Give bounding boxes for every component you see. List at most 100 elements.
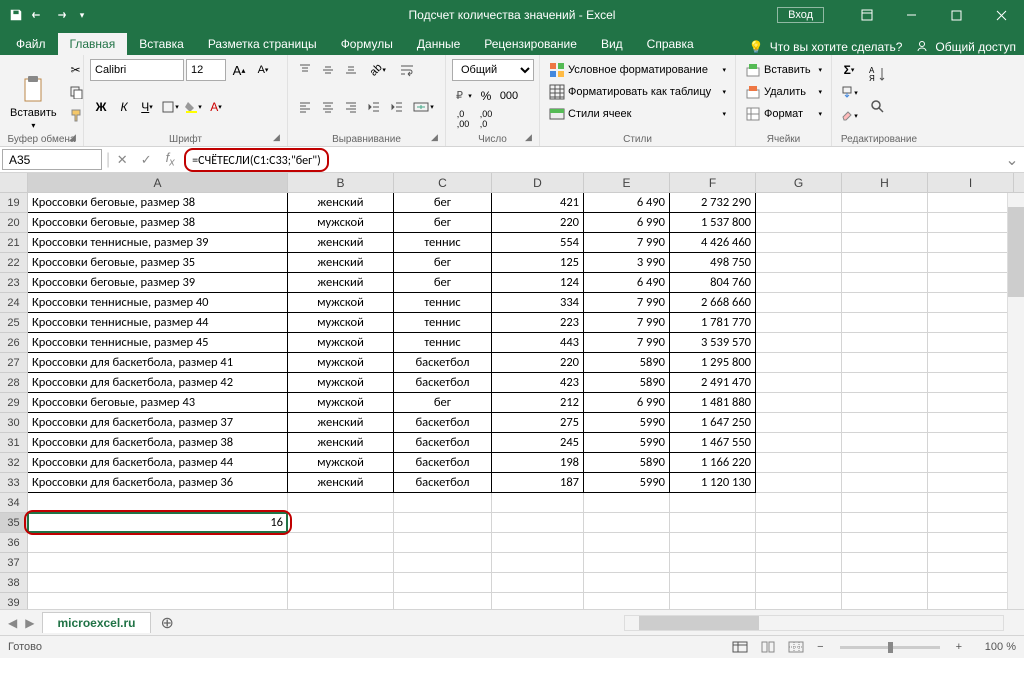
format-as-table-button[interactable]: Форматировать как таблицу▾ (546, 81, 729, 103)
cell[interactable] (756, 353, 842, 373)
align-bottom-button[interactable] (340, 59, 362, 81)
cell[interactable] (288, 533, 394, 553)
row-header[interactable]: 33 (0, 473, 28, 493)
align-left-button[interactable] (294, 96, 316, 118)
cell[interactable]: 198 (492, 453, 584, 473)
cell[interactable] (756, 273, 842, 293)
enter-formula-button[interactable]: ✓ (134, 149, 158, 170)
col-header[interactable]: D (492, 173, 584, 192)
cell[interactable]: 5890 (584, 453, 670, 473)
cell[interactable] (842, 493, 928, 513)
cell[interactable]: баскетбол (394, 373, 492, 393)
undo-icon[interactable] (28, 5, 48, 25)
cell[interactable]: 124 (492, 273, 584, 293)
cell[interactable] (842, 593, 928, 609)
format-cells-button[interactable]: Формат▾ (742, 103, 825, 125)
cell[interactable]: 5990 (584, 433, 670, 453)
col-header[interactable]: G (756, 173, 842, 192)
row-header[interactable]: 37 (0, 553, 28, 573)
cell[interactable] (928, 373, 1014, 393)
cell[interactable] (928, 473, 1014, 493)
cell[interactable]: Кроссовки для баскетбола, размер 36 (28, 473, 288, 493)
insert-function-button[interactable]: fx (158, 149, 182, 170)
cell[interactable]: теннис (394, 233, 492, 253)
cell[interactable]: бег (394, 273, 492, 293)
qat-customize-icon[interactable]: ▾ (72, 5, 92, 25)
horizontal-scrollbar[interactable] (624, 615, 1004, 631)
cell[interactable]: 6 990 (584, 393, 670, 413)
cell[interactable] (670, 533, 756, 553)
cell[interactable] (842, 353, 928, 373)
cell[interactable]: 1 120 130 (670, 473, 756, 493)
cell[interactable] (670, 513, 756, 533)
cell[interactable]: бег (394, 393, 492, 413)
cell[interactable]: 3 990 (584, 253, 670, 273)
row-header[interactable]: 24 (0, 293, 28, 313)
cell[interactable] (928, 353, 1014, 373)
cell[interactable]: 334 (492, 293, 584, 313)
tab-formulas[interactable]: Формулы (329, 33, 405, 55)
cell[interactable] (394, 513, 492, 533)
tab-review[interactable]: Рецензирование (472, 33, 589, 55)
cell[interactable] (842, 373, 928, 393)
border-button[interactable]: ▾ (159, 96, 181, 118)
cell[interactable] (842, 513, 928, 533)
cell[interactable]: Кроссовки беговые, размер 39 (28, 273, 288, 293)
row-header[interactable]: 38 (0, 573, 28, 593)
maximize-button[interactable] (934, 0, 979, 30)
row-header[interactable]: 19 (0, 193, 28, 213)
cell[interactable]: мужской (288, 373, 394, 393)
cell[interactable] (394, 533, 492, 553)
minimize-button[interactable] (889, 0, 934, 30)
cell[interactable]: 3 539 570 (670, 333, 756, 353)
tab-data[interactable]: Данные (405, 33, 472, 55)
scrollbar-thumb[interactable] (639, 616, 759, 630)
signin-button[interactable]: Вход (777, 7, 824, 23)
autosum-button[interactable]: Σ▾ (838, 59, 860, 81)
tab-file[interactable]: Файл (4, 33, 58, 55)
paste-button[interactable]: Вставить ▾ (6, 57, 61, 146)
row-header[interactable]: 32 (0, 453, 28, 473)
save-icon[interactable] (6, 5, 26, 25)
cell[interactable]: 2 668 660 (670, 293, 756, 313)
cell[interactable] (928, 533, 1014, 553)
cell[interactable]: теннис (394, 293, 492, 313)
cell[interactable]: 1 647 250 (670, 413, 756, 433)
cell[interactable] (492, 573, 584, 593)
cell[interactable]: 1 481 880 (670, 393, 756, 413)
cell[interactable] (670, 553, 756, 573)
zoom-slider[interactable] (840, 646, 940, 649)
cell[interactable]: 1 166 220 (670, 453, 756, 473)
formula-text[interactable]: =СЧЁТЕСЛИ(C1:C33;"бег") (192, 154, 321, 168)
cell[interactable]: 6 490 (584, 193, 670, 213)
cell[interactable]: баскетбол (394, 453, 492, 473)
cell[interactable] (670, 593, 756, 609)
cell[interactable]: 5890 (584, 353, 670, 373)
cell[interactable] (28, 493, 288, 513)
cell[interactable] (842, 533, 928, 553)
cell[interactable] (928, 593, 1014, 609)
cell[interactable]: женский (288, 473, 394, 493)
cell[interactable]: женский (288, 233, 394, 253)
cell[interactable] (756, 333, 842, 353)
cell[interactable] (756, 293, 842, 313)
align-top-button[interactable] (294, 59, 316, 81)
cell[interactable]: 423 (492, 373, 584, 393)
row-header[interactable]: 22 (0, 253, 28, 273)
fill-color-button[interactable]: ▾ (182, 96, 204, 118)
cell[interactable] (928, 493, 1014, 513)
cell[interactable] (842, 293, 928, 313)
number-launcher-icon[interactable]: ◢ (525, 132, 537, 144)
row-header[interactable]: 23 (0, 273, 28, 293)
cell[interactable] (928, 333, 1014, 353)
cell[interactable]: 1 295 800 (670, 353, 756, 373)
cell[interactable]: баскетбол (394, 413, 492, 433)
share-button[interactable]: Общий доступ (916, 39, 1016, 55)
cell[interactable] (928, 233, 1014, 253)
cell[interactable]: 2 491 470 (670, 373, 756, 393)
scrollbar-thumb[interactable] (1008, 207, 1024, 297)
cell[interactable] (584, 493, 670, 513)
cell[interactable]: Кроссовки беговые, размер 38 (28, 193, 288, 213)
font-name-select[interactable] (90, 59, 184, 81)
close-button[interactable] (979, 0, 1024, 30)
